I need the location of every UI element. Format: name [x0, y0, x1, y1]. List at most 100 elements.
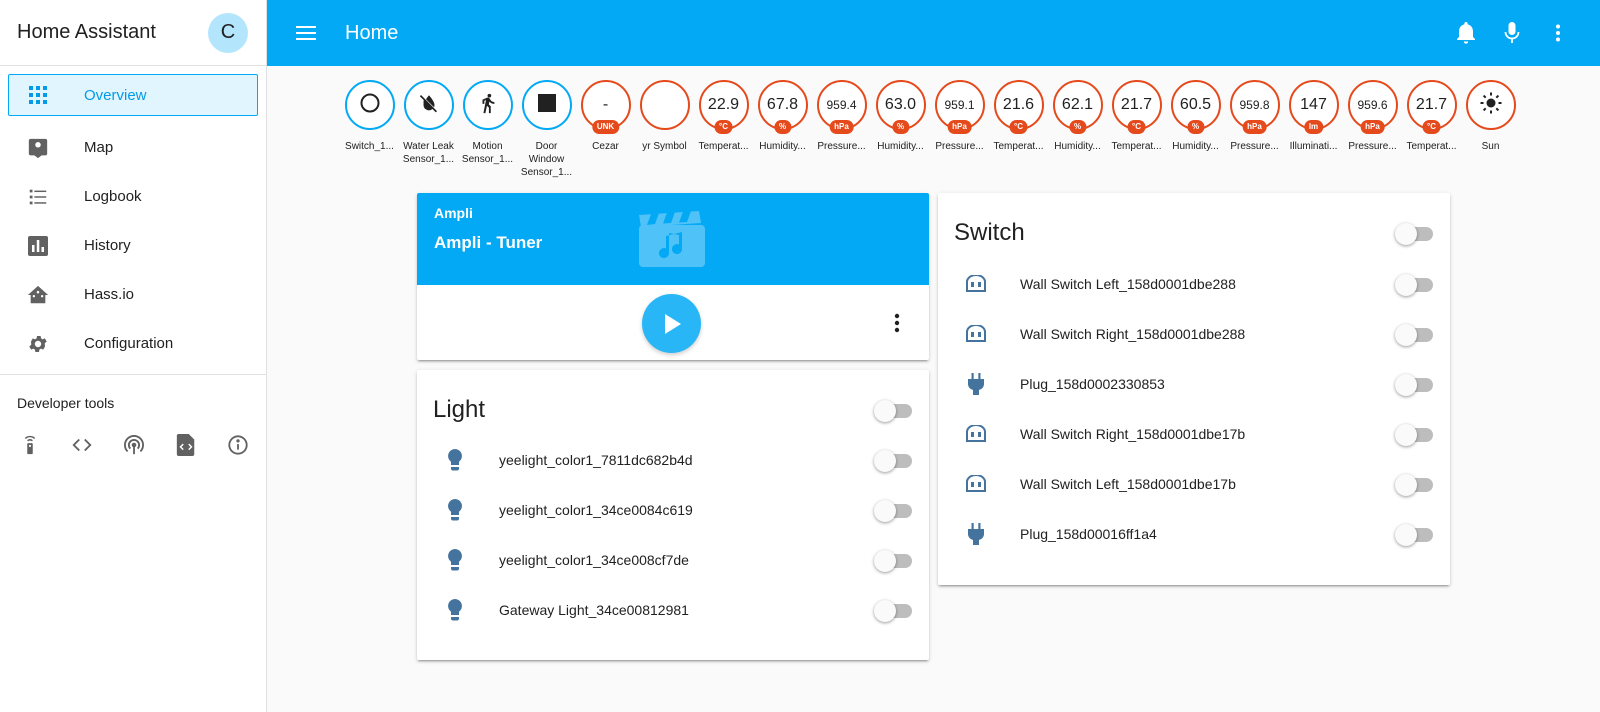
switch-card-header: Switch — [938, 193, 1450, 253]
badge-label: Pressure... — [1348, 141, 1397, 152]
remote-icon[interactable] — [18, 433, 42, 457]
badge-yr-symbol[interactable]: yr Symbol — [635, 80, 694, 179]
entity-row[interactable]: Wall Switch Right_158d0001dbe17b — [938, 409, 1450, 459]
badge-value: 21.7 — [1415, 96, 1448, 113]
light-switch-icon — [964, 272, 988, 296]
badge-switch[interactable]: Switch_1... — [340, 80, 399, 179]
sidebar-item-configuration[interactable]: Configuration — [8, 319, 258, 368]
badge-circle — [639, 80, 690, 130]
badge-label: Pressure... — [1230, 141, 1279, 152]
badge-circle: - UNK — [580, 80, 631, 134]
badge-label: Temperat... — [1111, 141, 1162, 152]
badge-label: Humidity... — [1054, 141, 1101, 152]
light-switch-icon — [964, 322, 988, 346]
sidebar-item-map[interactable]: Map — [8, 123, 258, 172]
media-player-header[interactable]: Ampli Ampli - Tuner — [417, 193, 929, 285]
sidebar-item-logbook[interactable]: Logbook — [8, 172, 258, 221]
sidebar-item-label: Configuration — [84, 335, 174, 352]
light-group-toggle[interactable] — [874, 400, 912, 422]
entity-row[interactable]: Wall Switch Left_158d0001dbe288 — [938, 259, 1450, 309]
badge-temperature[interactable]: 21.6 °C Temperat... — [989, 80, 1048, 179]
badge-temperature[interactable]: 22.9 °C Temperat... — [694, 80, 753, 179]
microphone-icon[interactable] — [1500, 21, 1524, 45]
sidebar-item-hassio[interactable]: Hass.io — [8, 270, 258, 319]
dots-vertical-icon[interactable] — [1546, 21, 1570, 45]
entity-toggle[interactable] — [1395, 424, 1433, 446]
switch-card: Switch Wall Switch Left_158d0001dbe288 W… — [938, 193, 1450, 585]
lightbulb-icon — [443, 448, 467, 472]
entity-toggle[interactable] — [1395, 374, 1433, 396]
weather-sunny-icon — [1479, 91, 1503, 120]
badge-door-window[interactable]: Door Window Sensor_1... — [517, 80, 576, 179]
entity-row[interactable]: Wall Switch Left_158d0001dbe17b — [938, 459, 1450, 509]
badge-temperature[interactable]: 21.7 °C Temperat... — [1107, 80, 1166, 179]
badge-pressure[interactable]: 959.1 hPa Pressure... — [930, 80, 989, 179]
light-card: Light yeelight_color1_7811dc682b4d yeeli… — [417, 370, 929, 660]
badge-motion[interactable]: Motion Sensor_1... — [458, 80, 517, 179]
entity-name: Wall Switch Left_158d0001dbe17b — [1020, 476, 1236, 492]
sidebar-item-overview[interactable]: Overview — [8, 74, 258, 116]
code-tags-icon[interactable] — [70, 433, 94, 457]
badge-circle: 959.4 hPa — [816, 80, 867, 134]
menu-icon[interactable] — [294, 21, 318, 45]
entity-toggle[interactable] — [874, 450, 912, 472]
badge-pressure[interactable]: 959.4 hPa Pressure... — [812, 80, 871, 179]
badge-temperature[interactable]: 21.7 °C Temperat... — [1402, 80, 1461, 179]
switch-group-toggle[interactable] — [1395, 223, 1433, 245]
entity-row[interactable]: Plug_158d0002330853 — [938, 359, 1450, 409]
toolbar-actions — [1454, 21, 1570, 45]
badge-unit: % — [1186, 120, 1205, 134]
sidebar-item-history[interactable]: History — [8, 221, 258, 270]
badge-humidity[interactable]: 60.5 % Humidity... — [1166, 80, 1225, 179]
badge-value: 60.5 — [1179, 96, 1212, 113]
entity-toggle[interactable] — [1395, 324, 1433, 346]
sidebar-item-label: Map — [84, 139, 114, 156]
entity-row[interactable]: Plug_158d00016ff1a4 — [938, 509, 1450, 559]
badge-label: Humidity... — [1172, 141, 1219, 152]
badge-circle: 21.7 °C — [1406, 80, 1457, 134]
page-title: Home — [345, 21, 399, 44]
badge-circle: 67.8 % — [757, 80, 808, 134]
badge-circle: 21.7 °C — [1111, 80, 1162, 134]
entity-name: Wall Switch Left_158d0001dbe288 — [1020, 276, 1236, 292]
badge-humidity[interactable]: 62.1 % Humidity... — [1048, 80, 1107, 179]
badge-label: Temperat... — [993, 141, 1044, 152]
entity-row[interactable]: yeelight_color1_34ce008cf7de — [417, 535, 929, 585]
power-plug-icon — [964, 522, 988, 546]
entity-toggle[interactable] — [1395, 274, 1433, 296]
badge-humidity[interactable]: 63.0 % Humidity... — [871, 80, 930, 179]
badge-humidity[interactable]: 67.8 % Humidity... — [753, 80, 812, 179]
badge-circle: 21.6 °C — [993, 80, 1044, 134]
badge-unit: hPa — [1242, 120, 1267, 134]
bell-icon[interactable] — [1454, 21, 1478, 45]
light-switch-icon — [964, 472, 988, 496]
badge-unit: hPa — [829, 120, 854, 134]
badge-circle: 959.8 hPa — [1229, 80, 1280, 134]
badge-value: 21.6 — [1002, 96, 1035, 113]
entity-row[interactable]: yeelight_color1_34ce0084c619 — [417, 485, 929, 535]
play-button[interactable] — [642, 294, 701, 353]
entity-row[interactable]: Gateway Light_34ce00812981 — [417, 585, 929, 635]
badge-pressure[interactable]: 959.8 hPa Pressure... — [1225, 80, 1284, 179]
badge-pressure[interactable]: 959.6 hPa Pressure... — [1343, 80, 1402, 179]
entity-row[interactable]: Wall Switch Right_158d0001dbe288 — [938, 309, 1450, 359]
badge-illuminance[interactable]: 147 lm Illuminati... — [1284, 80, 1343, 179]
badge-circle: 63.0 % — [875, 80, 926, 134]
badge-circle: 959.6 hPa — [1347, 80, 1398, 134]
dots-vertical-icon[interactable] — [885, 311, 909, 335]
file-xml-icon[interactable] — [174, 433, 198, 457]
entity-toggle[interactable] — [874, 550, 912, 572]
entity-toggle[interactable] — [1395, 474, 1433, 496]
badge-sun[interactable]: Sun — [1461, 80, 1520, 179]
entity-toggle[interactable] — [874, 600, 912, 622]
badge-water-leak[interactable]: Water Leak Sensor_1... — [399, 80, 458, 179]
entity-row[interactable]: yeelight_color1_7811dc682b4d — [417, 435, 929, 485]
avatar[interactable]: C — [208, 12, 248, 53]
entity-toggle[interactable] — [874, 500, 912, 522]
entity-name: yeelight_color1_34ce008cf7de — [499, 552, 689, 568]
access-point-icon[interactable] — [122, 433, 146, 457]
entity-toggle[interactable] — [1395, 524, 1433, 546]
badge-cezar[interactable]: - UNK Cezar — [576, 80, 635, 179]
circle-outline-icon — [359, 92, 381, 119]
information-outline-icon[interactable] — [226, 433, 250, 457]
